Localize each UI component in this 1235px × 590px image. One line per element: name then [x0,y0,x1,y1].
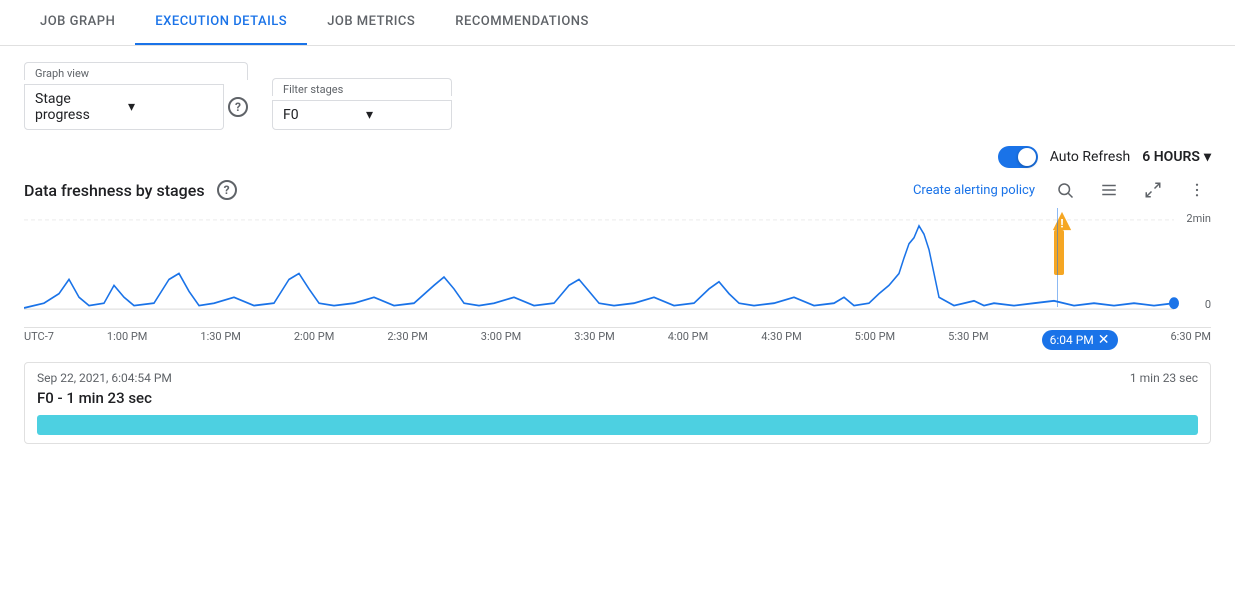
auto-refresh-toggle[interactable] [998,146,1038,168]
x-label-530pm: 5:30 PM [948,330,988,350]
detail-section: Sep 22, 2021, 6:04:54 PM 1 min 23 sec F0… [24,362,1211,444]
x-label-230pm: 2:30 PM [387,330,427,350]
graph-view-help-icon[interactable]: ? [228,97,248,117]
detail-stage-label: F0 - 1 min 23 sec [37,389,1198,407]
detail-duration-right: 1 min 23 sec [1130,371,1198,385]
chart-container: 2min 0 ! [24,208,1211,328]
x-label-4pm: 4:00 PM [668,330,708,350]
selected-time-value: 6:04 PM [1050,333,1094,347]
chevron-down-icon: ▾ [366,107,441,123]
x-axis-row: UTC-7 1:00 PM 1:30 PM 2:00 PM 2:30 PM 3:… [24,328,1211,352]
x-label-utc: UTC-7 [24,330,54,350]
tab-job-graph[interactable]: JOB GRAPH [20,0,135,45]
chart-search-icon[interactable] [1051,176,1079,204]
x-label-630pm: 6:30 PM [1171,330,1211,350]
tab-job-metrics[interactable]: JOB METRICS [307,0,435,45]
auto-refresh-row: Auto Refresh 6 HOURS ▾ [0,146,1235,176]
detail-timestamp: Sep 22, 2021, 6:04:54 PM [37,371,172,385]
graph-view-value: Stage progress [35,91,120,123]
chart-help-icon[interactable]: ? [217,180,237,200]
svg-text:!: ! [1060,216,1063,230]
filter-stages-group: Filter stages F0 ▾ [272,78,452,130]
filter-stages-value: F0 [283,107,358,123]
chevron-down-icon: ▾ [128,99,213,115]
selected-time-chip[interactable]: 6:04 PM ✕ [1042,330,1118,350]
chart-title-group: Data freshness by stages ? [24,180,237,200]
x-label-130pm: 1:30 PM [200,330,240,350]
x-label-330pm: 3:30 PM [574,330,614,350]
x-label-604pm: 6:04 PM ✕ [1042,330,1118,350]
chart-fullscreen-icon[interactable] [1139,176,1167,204]
hours-selector[interactable]: 6 HOURS ▾ [1142,149,1211,165]
create-alert-link[interactable]: Create alerting policy [913,183,1035,198]
filter-stages-label: Filter stages [272,78,452,96]
chart-title: Data freshness by stages [24,181,205,200]
controls-row: Graph view Stage progress ▾ ? Filter sta… [0,46,1235,146]
x-label-2pm: 2:00 PM [294,330,334,350]
tabs-bar: JOB GRAPH EXECUTION DETAILS JOB METRICS … [0,0,1235,46]
x-label-430pm: 4:30 PM [761,330,801,350]
auto-refresh-label: Auto Refresh [1050,149,1131,165]
chart-section: Data freshness by stages ? Create alerti… [0,176,1235,352]
orange-bar [1054,230,1064,275]
tab-execution-details[interactable]: EXECUTION DETAILS [135,0,307,45]
graph-view-select[interactable]: Stage progress ▾ [24,84,224,130]
chart-y-min-label: 0 [1205,298,1211,311]
x-label-5pm: 5:00 PM [855,330,895,350]
chart-more-icon[interactable] [1183,176,1211,204]
detail-header: Sep 22, 2021, 6:04:54 PM 1 min 23 sec [37,371,1198,385]
filter-stages-select[interactable]: F0 ▾ [272,100,452,130]
graph-view-label: Graph view [24,62,248,80]
progress-bar [37,415,1198,435]
time-chip-close-icon[interactable]: ✕ [1098,332,1110,348]
x-label-3pm: 3:00 PM [481,330,521,350]
warning-icon: ! [1051,210,1073,232]
toggle-knob [1018,148,1036,166]
chart-legend-icon[interactable] [1095,176,1123,204]
hours-value: 6 HOURS [1142,149,1200,165]
tab-recommendations[interactable]: RECOMMENDATIONS [435,0,609,45]
graph-view-group: Graph view Stage progress ▾ ? [24,62,248,130]
chart-svg [24,208,1211,327]
x-label-1pm: 1:00 PM [107,330,147,350]
hours-chevron-icon: ▾ [1204,149,1211,165]
chart-y-max-label: 2min [1186,212,1211,225]
chart-actions: Create alerting policy [913,176,1211,204]
chart-header: Data freshness by stages ? Create alerti… [24,176,1211,204]
